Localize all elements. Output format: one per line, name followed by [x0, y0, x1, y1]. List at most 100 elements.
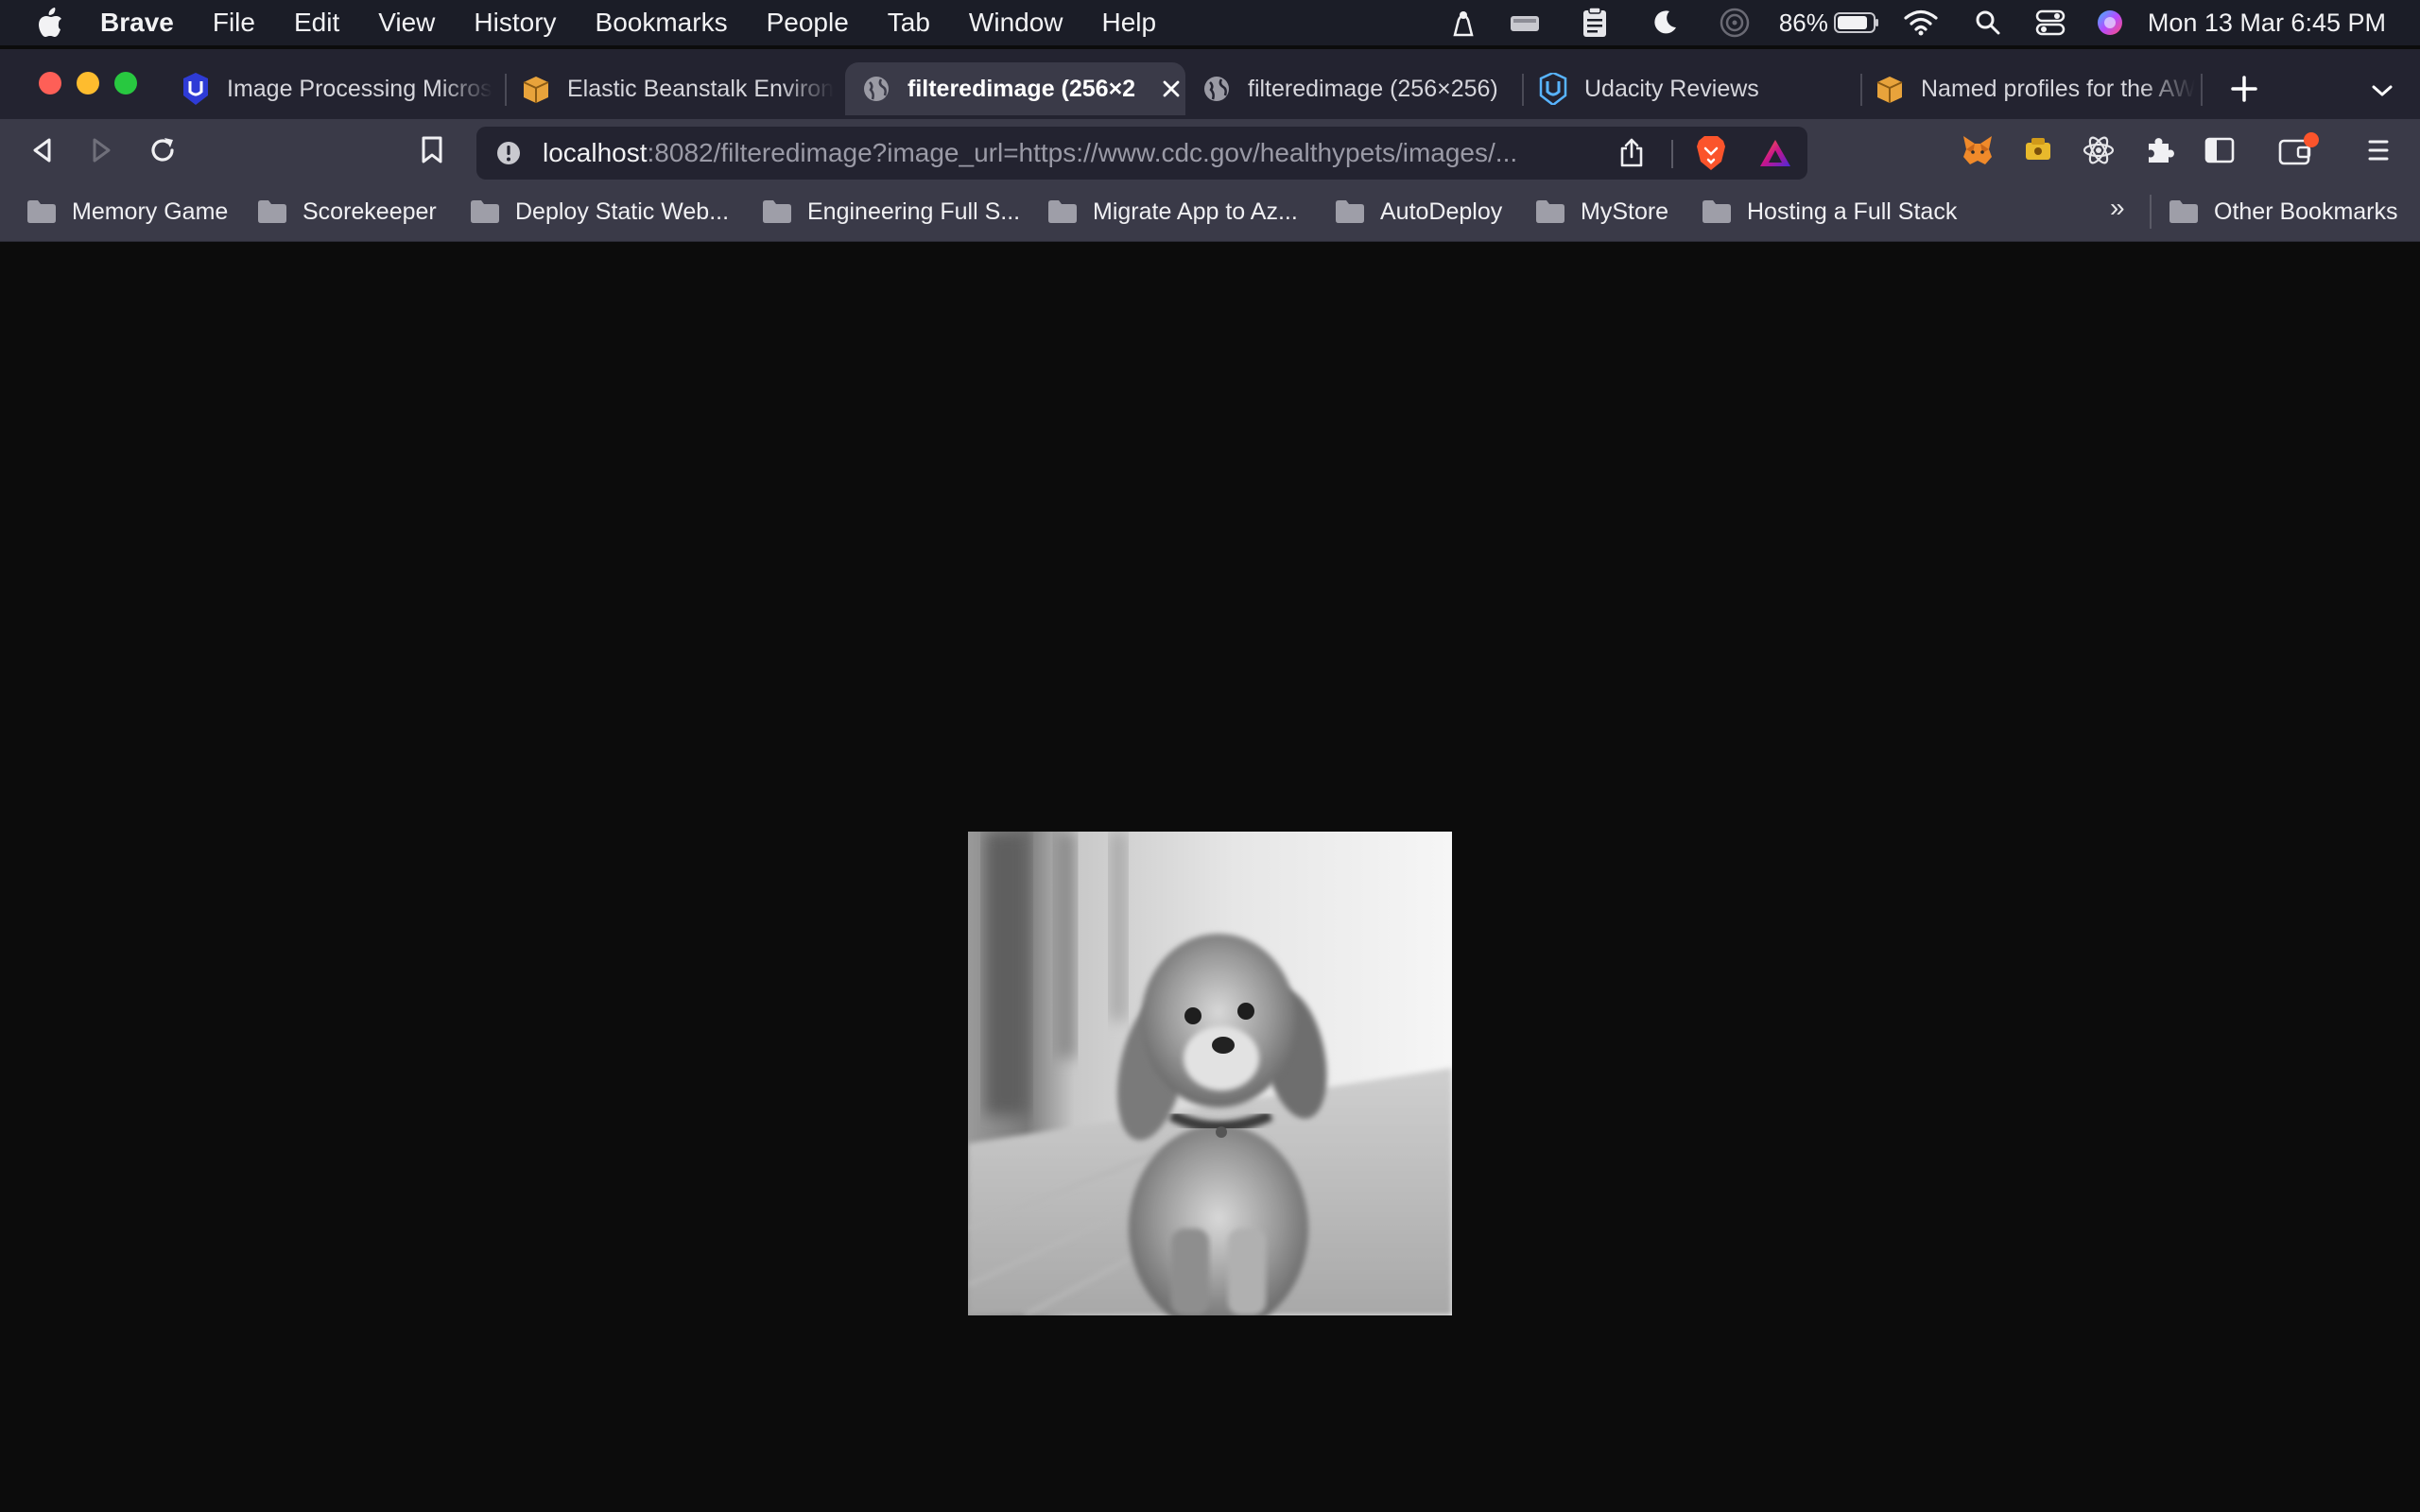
close-window-button[interactable]	[39, 72, 61, 94]
menu-app-name[interactable]: Brave	[100, 8, 174, 38]
forward-arrow-icon[interactable]	[83, 131, 121, 169]
bookmark-folder-memory-game[interactable]: Memory Game	[26, 195, 228, 229]
back-arrow-icon[interactable]	[23, 131, 60, 169]
folder-icon	[2169, 199, 2199, 224]
tab-filteredimage-active[interactable]: filteredimage (256×2	[845, 62, 1185, 115]
menu-edit[interactable]: Edit	[294, 8, 339, 38]
brave-shields-icon[interactable]	[1692, 134, 1730, 172]
kubernetes-helm-icon[interactable]	[1437, 0, 1490, 45]
bookmark-label: Migrate App to Az...	[1093, 198, 1298, 225]
airdrop-icon[interactable]	[1700, 0, 1770, 45]
tab-udacity-reviews[interactable]: Udacity Reviews	[1537, 62, 1849, 115]
bookmark-folder-hosting-full-stack[interactable]: Hosting a Full Stack	[1702, 195, 1957, 229]
bookmark-label: AutoDeploy	[1380, 198, 1503, 225]
tab-divider	[2201, 74, 2203, 106]
bookmark-label: Memory Game	[72, 198, 229, 225]
tab-named-profiles[interactable]: Named profiles for the AW	[1874, 62, 2195, 115]
menu-people[interactable]: People	[767, 8, 849, 38]
udacity-icon	[1537, 73, 1569, 105]
bookmark-label: Hosting a Full Stack	[1747, 198, 1958, 225]
bookmark-label: Engineering Full S...	[807, 198, 1021, 225]
bookmark-label: Other Bookmarks	[2214, 198, 2398, 225]
extensions-puzzle-icon[interactable]	[2140, 131, 2178, 169]
udacity-icon	[180, 73, 212, 105]
fullscreen-window-button[interactable]	[114, 72, 137, 94]
close-tab-icon[interactable]	[1157, 75, 1185, 103]
clipboard-icon[interactable]	[1560, 0, 1630, 45]
bookmark-label: Scorekeeper	[302, 198, 437, 225]
url-text[interactable]: localhost:8082/filteredimage?image_url=h…	[543, 138, 1620, 168]
folder-icon	[257, 199, 287, 224]
bookmark-folder-other-bookmarks[interactable]: Other Bookmarks	[2169, 195, 2398, 229]
metamask-fox-icon[interactable]	[1959, 131, 1996, 169]
tab-title: filteredimage (256×2	[908, 75, 1136, 102]
menu-tab[interactable]: Tab	[888, 8, 930, 38]
bookmark-folder-migrate-app[interactable]: Migrate App to Az...	[1047, 195, 1298, 229]
wifi-icon[interactable]	[1885, 0, 1957, 45]
battery-icon[interactable]	[1828, 0, 1885, 45]
new-tab-plus-icon[interactable]	[2223, 68, 2265, 110]
apple-icon[interactable]	[34, 7, 66, 39]
bookmark-icon[interactable]	[413, 131, 451, 169]
menu-file[interactable]: File	[213, 8, 255, 38]
folder-icon	[1047, 199, 1078, 224]
bookmarks-divider	[2150, 195, 2152, 229]
menu-help[interactable]: Help	[1102, 8, 1157, 38]
url-path: :8082/filteredimage?image_url=https://ww…	[647, 138, 1518, 167]
drive-icon[interactable]	[1490, 0, 1560, 45]
tab-title: Elastic Beanstalk Environ	[567, 75, 835, 102]
globe-icon	[1201, 73, 1233, 105]
hamburger-menu-icon[interactable]	[2360, 131, 2397, 169]
bookmark-folder-scorekeeper[interactable]: Scorekeeper	[257, 195, 437, 229]
folder-icon	[762, 199, 792, 224]
bookmark-folder-mystore[interactable]: MyStore	[1535, 195, 1668, 229]
chevron-down-icon[interactable]	[2363, 72, 2401, 110]
moon-icon[interactable]	[1630, 0, 1700, 45]
bookmark-folder-deploy-static-web[interactable]: Deploy Static Web...	[470, 195, 729, 229]
reload-icon[interactable]	[144, 131, 182, 169]
folder-icon	[1335, 199, 1365, 224]
folder-icon	[470, 199, 500, 224]
sidebar-toggle-icon[interactable]	[2201, 131, 2238, 169]
menu-view[interactable]: View	[378, 8, 435, 38]
tab-image-processing[interactable]: Image Processing Micros	[180, 62, 499, 115]
siri-icon[interactable]	[2082, 0, 2138, 45]
tab-title: Udacity Reviews	[1584, 75, 1759, 102]
tab-title: Image Processing Micros	[227, 75, 493, 102]
folder-icon	[1702, 199, 1732, 224]
folder-icon	[1535, 199, 1565, 224]
bookmark-label: Deploy Static Web...	[515, 198, 730, 225]
tab-divider	[505, 74, 507, 106]
site-info-icon[interactable]	[493, 138, 524, 168]
menu-bookmarks[interactable]: Bookmarks	[596, 8, 728, 38]
control-center-icon[interactable]	[2019, 0, 2082, 45]
react-devtools-icon[interactable]	[2080, 131, 2118, 169]
folder-icon	[26, 199, 57, 224]
browser-toolbar: localhost:8082/filteredimage?image_url=h…	[0, 119, 2420, 181]
address-bar-divider	[1671, 140, 1673, 168]
tab-elastic-beanstalk[interactable]: Elastic Beanstalk Environ	[520, 62, 838, 115]
aws-box-icon	[1874, 73, 1906, 105]
spotlight-search-icon[interactable]	[1957, 0, 2019, 45]
address-bar[interactable]: localhost:8082/filteredimage?image_url=h…	[476, 127, 1807, 180]
menu-window[interactable]: Window	[969, 8, 1063, 38]
bookmarks-overflow-chevron[interactable]: »	[2110, 193, 2125, 223]
minimize-window-button[interactable]	[77, 72, 99, 94]
macos-menu-bar: Brave File Edit View History Bookmarks P…	[0, 0, 2420, 45]
extension-wallet-icon[interactable]	[2019, 131, 2057, 169]
bookmarks-bar: Memory Game Scorekeeper Deploy Static We…	[0, 181, 2420, 242]
tab-divider	[1860, 74, 1862, 106]
share-icon[interactable]	[1615, 136, 1649, 170]
page-content	[0, 242, 2420, 1512]
tab-strip: Image Processing Micros Elastic Beanstal…	[0, 49, 2420, 119]
tab-title: filteredimage (256×256)	[1248, 75, 1498, 102]
bookmark-folder-autodeploy[interactable]: AutoDeploy	[1335, 195, 1502, 229]
bookmark-folder-engineering-full-s[interactable]: Engineering Full S...	[762, 195, 1020, 229]
clock[interactable]: Mon 13 Mar 6:45 PM	[2148, 9, 2386, 38]
globe-icon	[860, 73, 892, 105]
brave-rewards-icon[interactable]	[1756, 134, 1794, 172]
wallet-icon[interactable]	[2274, 131, 2324, 169]
menu-history[interactable]: History	[474, 8, 556, 38]
tab-filteredimage-2[interactable]: filteredimage (256×256)	[1201, 62, 1512, 115]
tab-divider	[1522, 74, 1524, 106]
